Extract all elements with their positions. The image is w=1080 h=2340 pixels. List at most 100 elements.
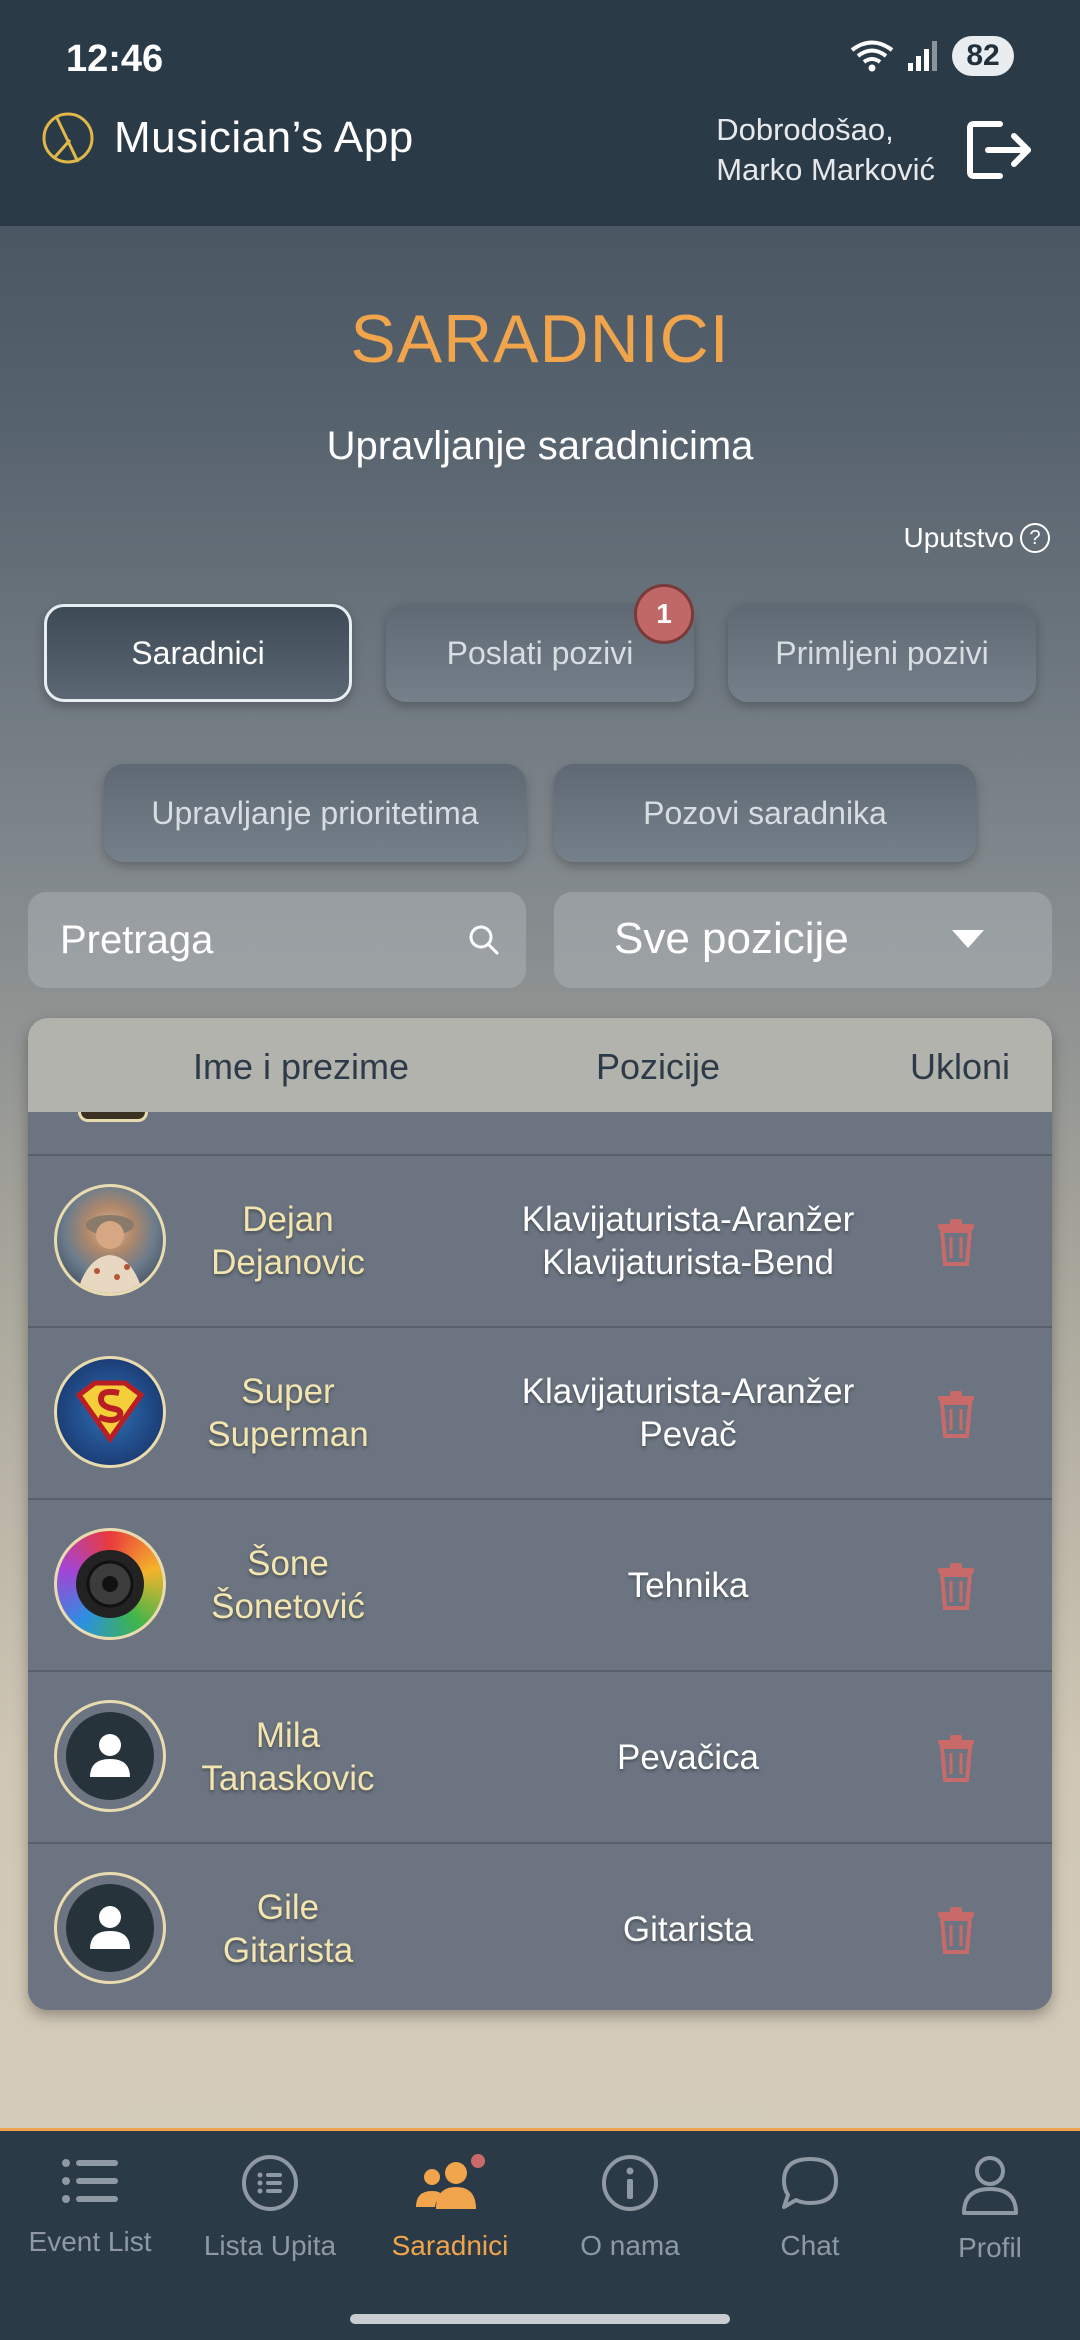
default-user-avatar <box>54 1700 166 1812</box>
tab-label: Saradnici <box>131 634 265 671</box>
table-header: Ime i prezime Pozicije Ukloni <box>28 1018 1052 1112</box>
trash-icon[interactable] <box>936 1390 976 1438</box>
first-name: Šone <box>247 1544 329 1583</box>
nav-label: Chat <box>780 2230 840 2261</box>
search-field <box>28 892 526 988</box>
last-name: Superman <box>207 1415 369 1454</box>
position: Tehnika <box>627 1566 749 1605</box>
priority-management-button[interactable]: Upravljanje prioritetima <box>104 764 526 862</box>
baton-logo-icon <box>42 112 94 164</box>
table-row[interactable]: Šone Šonetović Tehnika <box>28 1498 1052 1670</box>
home-indicator[interactable] <box>350 2314 730 2324</box>
app-title: Musician’s App <box>114 113 414 162</box>
help-link[interactable]: Uputstvo ? <box>903 522 1050 554</box>
circle-list-icon <box>242 2155 298 2211</box>
first-name: Mila <box>255 1716 321 1755</box>
welcome-username: Marko Marković <box>716 152 935 187</box>
page-title: SARADNICI <box>350 301 730 377</box>
nav-event-list[interactable]: Event List <box>0 2153 180 2258</box>
table-row[interactable]: Gile Gitarista Gitarista <box>28 1842 1052 2010</box>
collaborators-table: Ime i prezime Pozicije Ukloni Dejan Deja… <box>28 1018 1052 2010</box>
search-icon[interactable] <box>468 924 500 956</box>
last-name: Gitarista <box>222 1931 354 1970</box>
last-name: Tanaskovic <box>201 1759 375 1798</box>
header-remove: Ukloni <box>910 1046 1011 1087</box>
caret-down-icon <box>952 930 984 948</box>
tab-label: Poslati pozivi <box>446 634 634 671</box>
collaborator-name: Šone Šonetović <box>178 1542 398 1628</box>
signal-icon <box>908 41 937 71</box>
tab-saradnici[interactable]: Saradnici <box>44 604 352 702</box>
collaborator-name: Dejan Dejanovic <box>178 1198 398 1284</box>
collaborator-positions: Tehnika <box>468 1564 908 1607</box>
info-icon <box>602 2155 658 2211</box>
nav-label: Event List <box>28 2226 152 2257</box>
nav-o-nama[interactable]: O nama <box>540 2153 720 2262</box>
trash-icon[interactable] <box>936 1906 976 1954</box>
people-icon <box>416 2152 487 2209</box>
collaborator-positions: Pevačica <box>468 1736 908 1779</box>
table-row[interactable]: Super Superman Klavijaturista-Aranžer Pe… <box>28 1326 1052 1498</box>
chat-icon <box>782 2157 838 2209</box>
photo-avatar <box>54 1184 166 1296</box>
collaborator-name: Mila Tanaskovic <box>178 1714 398 1800</box>
welcome-greeting: Dobrodošao, <box>716 112 894 147</box>
app-header: 12:46 82 Musician’s App Dobrodošao, Mark… <box>0 0 1080 226</box>
help-label: Uputstvo <box>903 522 1015 553</box>
collaborator-positions: Klavijaturista-Aranžer Pevač <box>468 1370 908 1456</box>
welcome-text: Dobrodošao, Marko Marković <box>716 110 935 190</box>
notification-badge: 1 <box>634 584 694 644</box>
tab-label: Upravljanje prioritetima <box>151 794 479 831</box>
trash-icon[interactable] <box>936 1734 976 1782</box>
nav-label: Saradnici <box>391 2230 509 2261</box>
collaborator-name: Super Superman <box>178 1370 398 1456</box>
tab-primljeni-pozivi[interactable]: Primljeni pozivi <box>728 604 1036 702</box>
logout-icon[interactable] <box>964 118 1036 182</box>
table-row[interactable]: Mila Tanaskovic Pevačica <box>28 1670 1052 1842</box>
nav-label: Lista Upita <box>203 2230 337 2261</box>
search-input[interactable] <box>60 892 460 988</box>
first-name: Dejan <box>242 1200 334 1239</box>
status-icons: 82 <box>850 36 1014 76</box>
question-icon: ? <box>1020 523 1050 553</box>
nav-label: Profil <box>958 2232 1022 2263</box>
first-name: Gile <box>256 1888 320 1927</box>
first-name: Super <box>241 1372 335 1411</box>
position: Pevačica <box>616 1738 760 1777</box>
nav-saradnici[interactable]: Saradnici <box>360 2152 540 2262</box>
superman-avatar <box>54 1356 166 1468</box>
header-positions: Pozicije <box>596 1046 721 1087</box>
trash-icon[interactable] <box>936 1218 976 1266</box>
profile-icon <box>962 2156 1018 2215</box>
page-subtitle: Upravljanje saradnicima <box>326 424 754 468</box>
last-name: Dejanovic <box>211 1243 365 1282</box>
bottom-navigation: Event List Lista Upita Saradnici O nama <box>0 2128 1080 2340</box>
tab-label: Pozovi saradnika <box>643 794 887 831</box>
position-select[interactable]: Sve pozicije <box>554 892 1052 988</box>
app-logo[interactable]: Musician’s App <box>40 108 414 168</box>
collaborator-positions: Klavijaturista-Aranžer Klavijaturista-Be… <box>468 1198 908 1284</box>
wifi-icon <box>850 40 894 72</box>
list-icon <box>62 2159 118 2203</box>
collaborator-name: Gile Gitarista <box>178 1886 398 1972</box>
collaborator-positions: Gitarista <box>468 1908 908 1951</box>
partial-avatar <box>78 1112 148 1122</box>
position: Klavijaturista-Aranžer <box>521 1372 855 1411</box>
position-select-value: Sve pozicije <box>614 914 849 963</box>
speaker-avatar <box>54 1528 166 1640</box>
nav-lista-upita[interactable]: Lista Upita <box>180 2153 360 2262</box>
invite-collaborator-button[interactable]: Pozovi saradnika <box>554 764 976 862</box>
trash-icon[interactable] <box>936 1562 976 1610</box>
position: Klavijaturista-Bend <box>542 1243 834 1282</box>
default-user-avatar <box>54 1872 166 1984</box>
nav-label: O nama <box>580 2230 680 2261</box>
header-name: Ime i prezime <box>193 1046 410 1087</box>
position: Pevač <box>639 1415 737 1454</box>
tab-label: Primljeni pozivi <box>775 634 989 671</box>
nav-chat[interactable]: Chat <box>720 2153 900 2262</box>
nav-profil[interactable]: Profil <box>900 2153 1080 2264</box>
battery-indicator: 82 <box>952 36 1014 76</box>
table-row[interactable]: Dejan Dejanovic Klavijaturista-Aranžer K… <box>28 1154 1052 1326</box>
position: Klavijaturista-Aranžer <box>521 1200 855 1239</box>
last-name: Šonetović <box>211 1587 365 1626</box>
